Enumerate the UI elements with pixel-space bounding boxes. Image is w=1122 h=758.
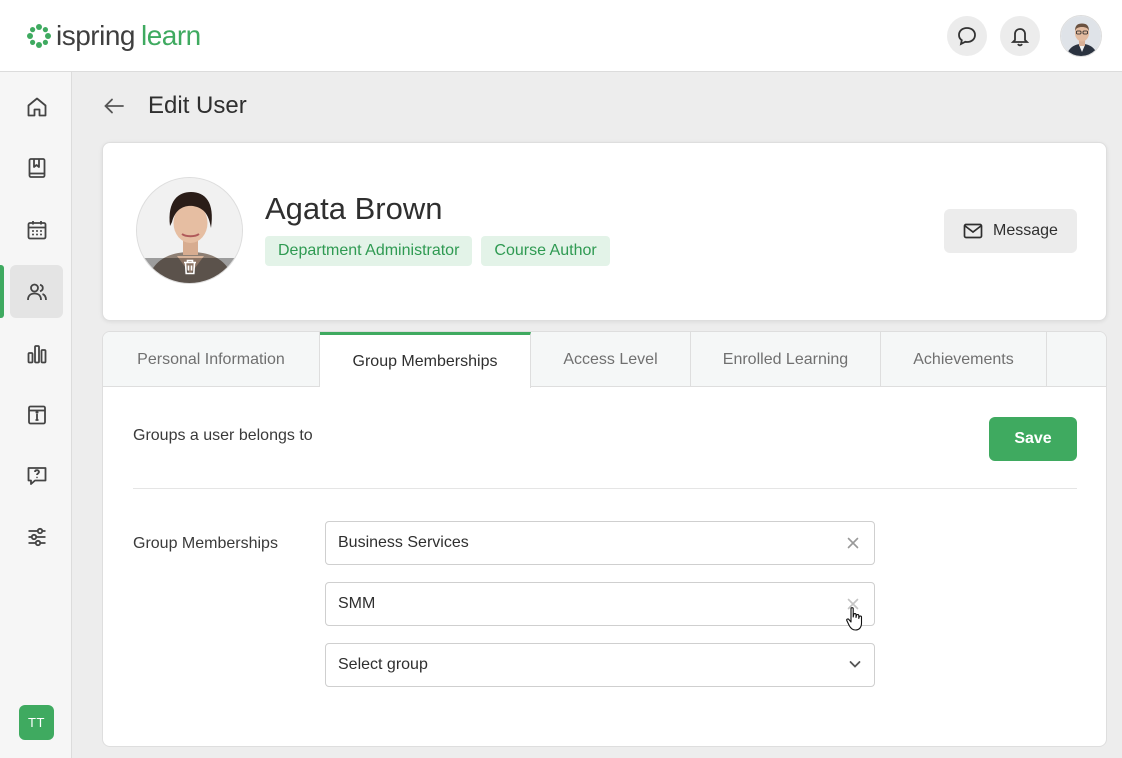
role-tag: Course Author (481, 236, 610, 266)
user-avatar-photo (1061, 16, 1101, 56)
sidebar-item-reports[interactable] (10, 327, 63, 380)
sidebar-item-users[interactable] (10, 265, 63, 318)
section-description: Groups a user belongs to (133, 427, 313, 444)
group-name: SMM (338, 595, 376, 612)
save-button[interactable]: Save (989, 417, 1077, 461)
message-button[interactable]: Message (944, 209, 1077, 253)
sidebar-item-settings[interactable] (10, 510, 63, 563)
question-icon (27, 466, 46, 485)
chat-icon (958, 27, 976, 46)
user-avatar[interactable] (1060, 15, 1102, 57)
book-icon (28, 157, 45, 178)
sidebar-item-home[interactable] (10, 80, 63, 133)
role-tag: Department Administrator (265, 236, 473, 266)
tab-personal-information[interactable]: Personal Information (103, 332, 320, 387)
settings-sliders-icon (28, 527, 45, 546)
tab-bar: Personal Information Group Memberships A… (103, 332, 1106, 388)
role-tags: Department Administrator Course Author (265, 236, 610, 266)
arrow-left-icon (104, 98, 124, 114)
notifications-button[interactable] (1000, 16, 1040, 56)
chevron-down-icon (849, 661, 861, 668)
profile-card: Agata Brown Department Administrator Cou… (102, 142, 1107, 321)
group-name: Business Services (338, 534, 469, 551)
calendar-icon (27, 220, 46, 239)
tab-enrolled-learning[interactable]: Enrolled Learning (691, 332, 881, 387)
tab-achievements[interactable]: Achievements (881, 332, 1047, 387)
trash-icon[interactable] (181, 258, 199, 276)
group-memberships-card: Personal Information Group Memberships A… (102, 331, 1107, 747)
top-bar: ispring learn (0, 0, 1122, 72)
sidebar-item-calendar[interactable] (10, 203, 63, 256)
group-chip-smm: SMM (325, 582, 875, 626)
hand-pointer-cursor-icon (846, 607, 863, 631)
close-icon (847, 537, 859, 549)
user-full-name: Agata Brown (265, 191, 443, 226)
select-group-placeholder: Select group (338, 656, 428, 673)
logo-mark-icon (27, 24, 51, 48)
envelope-icon (963, 223, 983, 239)
ispring-learn-logo[interactable]: ispring learn (26, 20, 201, 52)
tab-group-memberships[interactable]: Group Memberships (320, 332, 531, 388)
message-button-label: Message (993, 222, 1058, 239)
tab-access-level[interactable]: Access Level (531, 332, 691, 387)
group-chip-business-services: Business Services (325, 521, 875, 565)
sidebar-item-help[interactable] (10, 449, 63, 502)
info-icon (27, 405, 46, 424)
reports-icon (27, 344, 46, 363)
chat-button[interactable] (947, 16, 987, 56)
active-indicator (0, 265, 4, 318)
account-initials-badge[interactable]: TT (19, 705, 54, 740)
page-title: Edit User (148, 92, 247, 119)
sidebar: TT (0, 72, 72, 758)
bell-icon (1010, 28, 1030, 47)
back-button[interactable] (102, 92, 126, 120)
home-icon (27, 97, 46, 116)
users-icon (26, 283, 47, 300)
group-memberships-label: Group Memberships (133, 535, 278, 552)
sidebar-item-info[interactable] (10, 388, 63, 441)
page-header: Edit User (102, 92, 247, 120)
logo-text-ispring: ispring (56, 20, 135, 51)
select-group-dropdown[interactable]: Select group (325, 643, 875, 687)
profile-photo[interactable] (136, 177, 243, 284)
logo-text-learn: learn (140, 20, 201, 51)
sidebar-item-library[interactable] (10, 141, 63, 194)
divider (133, 488, 1077, 489)
remove-group-button[interactable] (844, 534, 862, 552)
